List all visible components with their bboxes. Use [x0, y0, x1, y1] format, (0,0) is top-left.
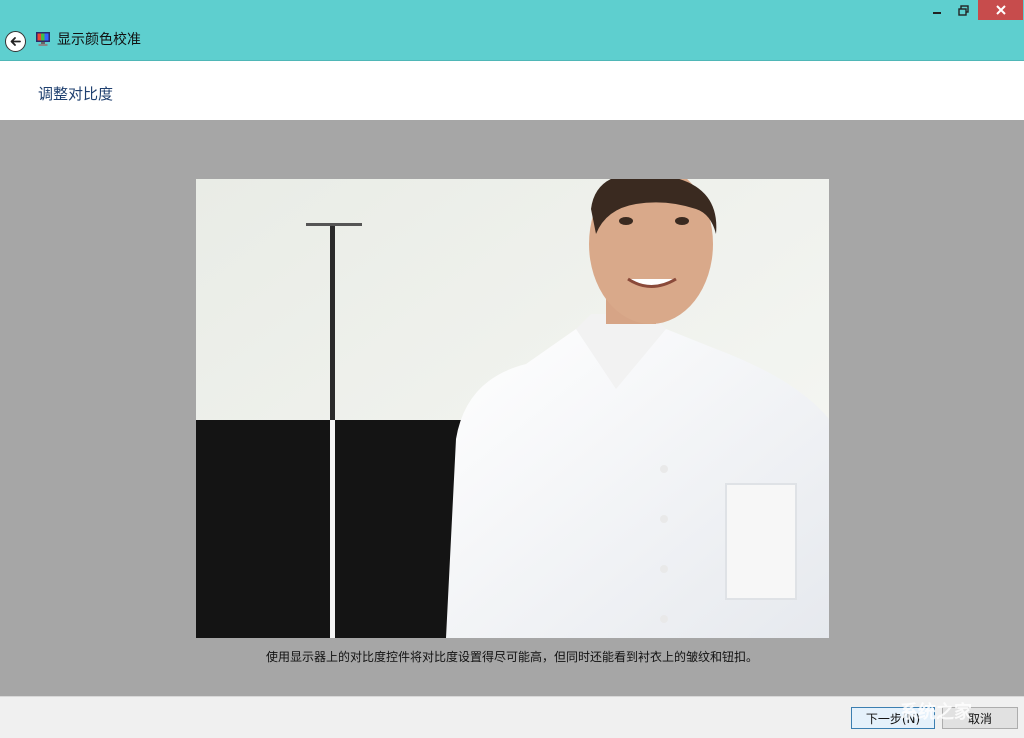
- window-title: 显示颜色校准: [57, 32, 141, 48]
- footer-bar: 下一步(N) 取消: [0, 696, 1024, 738]
- restore-icon: [957, 4, 969, 16]
- minimize-icon: [933, 12, 941, 14]
- man-in-white-shirt-image: [196, 179, 829, 638]
- restore-button[interactable]: [950, 0, 976, 20]
- minimize-button[interactable]: [924, 0, 950, 20]
- back-arrow-icon: [10, 37, 21, 46]
- watermark-logo: 系统之家: [900, 702, 972, 723]
- back-button[interactable]: [5, 31, 26, 52]
- page-header: 调整对比度: [0, 61, 1024, 120]
- title-bar: 显示颜色校准: [0, 0, 1024, 61]
- contrast-reference-photo: [196, 179, 829, 638]
- close-icon: [995, 5, 1006, 15]
- instruction-text: 使用显示器上的对比度控件将对比度设置得尽可能高，但同时还能看到衬衣上的皱纹和钮扣…: [265, 650, 758, 664]
- display-calibration-icon: [36, 32, 50, 46]
- main-content: 使用显示器上的对比度控件将对比度设置得尽可能高，但同时还能看到衬衣上的皱纹和钮扣…: [0, 120, 1024, 696]
- page-title: 调整对比度: [38, 85, 114, 103]
- close-button[interactable]: [978, 0, 1023, 20]
